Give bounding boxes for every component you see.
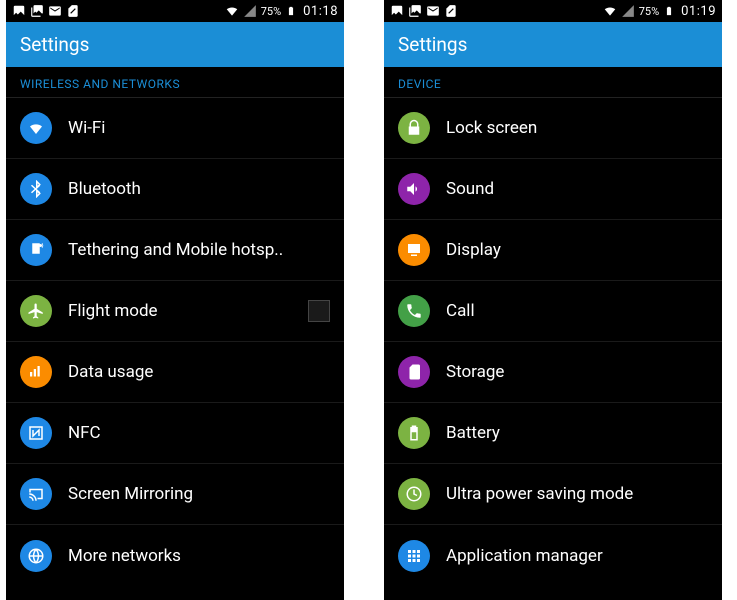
settings-item-label: Tethering and Mobile hotsp.. bbox=[68, 240, 330, 260]
section-header-wireless: WIRELESS AND NETWORKS bbox=[6, 67, 344, 98]
clock: 01:19 bbox=[681, 4, 716, 19]
airplane-icon bbox=[20, 295, 52, 327]
settings-item-call[interactable]: Call bbox=[384, 281, 722, 342]
settings-item-label: Bluetooth bbox=[68, 179, 330, 199]
nfc-icon bbox=[20, 417, 52, 449]
battery-percent: 75% bbox=[639, 5, 659, 18]
wifi-signal-icon bbox=[603, 4, 617, 18]
settings-screen-wireless: 75% 01:18 Settings WIRELESS AND NETWORKS… bbox=[6, 0, 344, 600]
settings-item-nfc[interactable]: NFC bbox=[6, 403, 344, 464]
settings-item-label: Wi-Fi bbox=[68, 118, 330, 138]
settings-item-label: Flight mode bbox=[68, 301, 300, 321]
cell-signal-icon bbox=[243, 4, 257, 18]
images-icon bbox=[408, 4, 422, 18]
section-header-device: DEVICE bbox=[384, 67, 722, 98]
bluetooth-icon bbox=[20, 173, 52, 205]
settings-item-label: More networks bbox=[68, 546, 330, 566]
settings-item-app-manager[interactable]: Application manager bbox=[384, 525, 722, 586]
battery-icon bbox=[664, 4, 674, 18]
image-icon bbox=[390, 4, 404, 18]
settings-item-storage[interactable]: Storage bbox=[384, 342, 722, 403]
battery-icon bbox=[398, 417, 430, 449]
settings-list: Lock screen Sound Display Call Storage Batter… bbox=[384, 98, 722, 586]
settings-item-label: Ultra power saving mode bbox=[446, 484, 708, 504]
cell-signal-icon bbox=[621, 4, 635, 18]
settings-item-label: Display bbox=[446, 240, 708, 260]
title-bar: Settings bbox=[384, 22, 722, 67]
settings-item-flight-mode[interactable]: Flight mode bbox=[6, 281, 344, 342]
ups-icon bbox=[398, 478, 430, 510]
apps-icon bbox=[398, 540, 430, 572]
settings-item-bluetooth[interactable]: Bluetooth bbox=[6, 159, 344, 220]
sound-icon bbox=[398, 173, 430, 205]
settings-item-label: NFC bbox=[68, 423, 330, 443]
settings-item-label: Application manager bbox=[446, 546, 708, 566]
clock: 01:18 bbox=[303, 4, 338, 19]
sim-icon bbox=[66, 4, 80, 18]
settings-item-battery[interactable]: Battery bbox=[384, 403, 722, 464]
phone-icon bbox=[398, 295, 430, 327]
status-bar: 75% 01:18 bbox=[6, 0, 344, 22]
title-bar: Settings bbox=[6, 22, 344, 67]
flight-mode-checkbox[interactable] bbox=[308, 300, 330, 322]
settings-item-data-usage[interactable]: Data usage bbox=[6, 342, 344, 403]
globe-icon bbox=[20, 540, 52, 572]
page-title: Settings bbox=[20, 33, 89, 56]
battery-icon bbox=[286, 4, 296, 18]
sd-icon bbox=[398, 356, 430, 388]
image-icon bbox=[12, 4, 26, 18]
cast-icon bbox=[20, 478, 52, 510]
settings-item-sound[interactable]: Sound bbox=[384, 159, 722, 220]
settings-item-label: Sound bbox=[446, 179, 708, 199]
settings-item-label: Call bbox=[446, 301, 708, 321]
settings-item-more-networks[interactable]: More networks bbox=[6, 525, 344, 586]
settings-item-tethering[interactable]: Tethering and Mobile hotsp.. bbox=[6, 220, 344, 281]
hotspot-icon bbox=[20, 234, 52, 266]
mail-icon bbox=[48, 4, 62, 18]
bars-icon bbox=[20, 356, 52, 388]
page-title: Settings bbox=[398, 33, 467, 56]
settings-item-label: Lock screen bbox=[446, 118, 708, 138]
mail-icon bbox=[426, 4, 440, 18]
settings-item-lock-screen[interactable]: Lock screen bbox=[384, 98, 722, 159]
settings-screen-device: 75% 01:19 Settings DEVICE Lock screen Sou… bbox=[384, 0, 722, 600]
settings-item-screen-mirror[interactable]: Screen Mirroring bbox=[6, 464, 344, 525]
settings-item-ultra-power[interactable]: Ultra power saving mode bbox=[384, 464, 722, 525]
images-icon bbox=[30, 4, 44, 18]
wifi-signal-icon bbox=[225, 4, 239, 18]
lock-icon bbox=[398, 112, 430, 144]
settings-item-label: Data usage bbox=[68, 362, 330, 382]
battery-percent: 75% bbox=[261, 5, 281, 18]
display-icon bbox=[398, 234, 430, 266]
settings-item-label: Storage bbox=[446, 362, 708, 382]
settings-item-wifi[interactable]: Wi-Fi bbox=[6, 98, 344, 159]
settings-item-label: Battery bbox=[446, 423, 708, 443]
settings-list: Wi-Fi Bluetooth Tethering and Mobile hotsp… bbox=[6, 98, 344, 586]
settings-item-display[interactable]: Display bbox=[384, 220, 722, 281]
sim-icon bbox=[444, 4, 458, 18]
status-bar: 75% 01:19 bbox=[384, 0, 722, 22]
wifi-icon bbox=[20, 112, 52, 144]
settings-item-label: Screen Mirroring bbox=[68, 484, 330, 504]
